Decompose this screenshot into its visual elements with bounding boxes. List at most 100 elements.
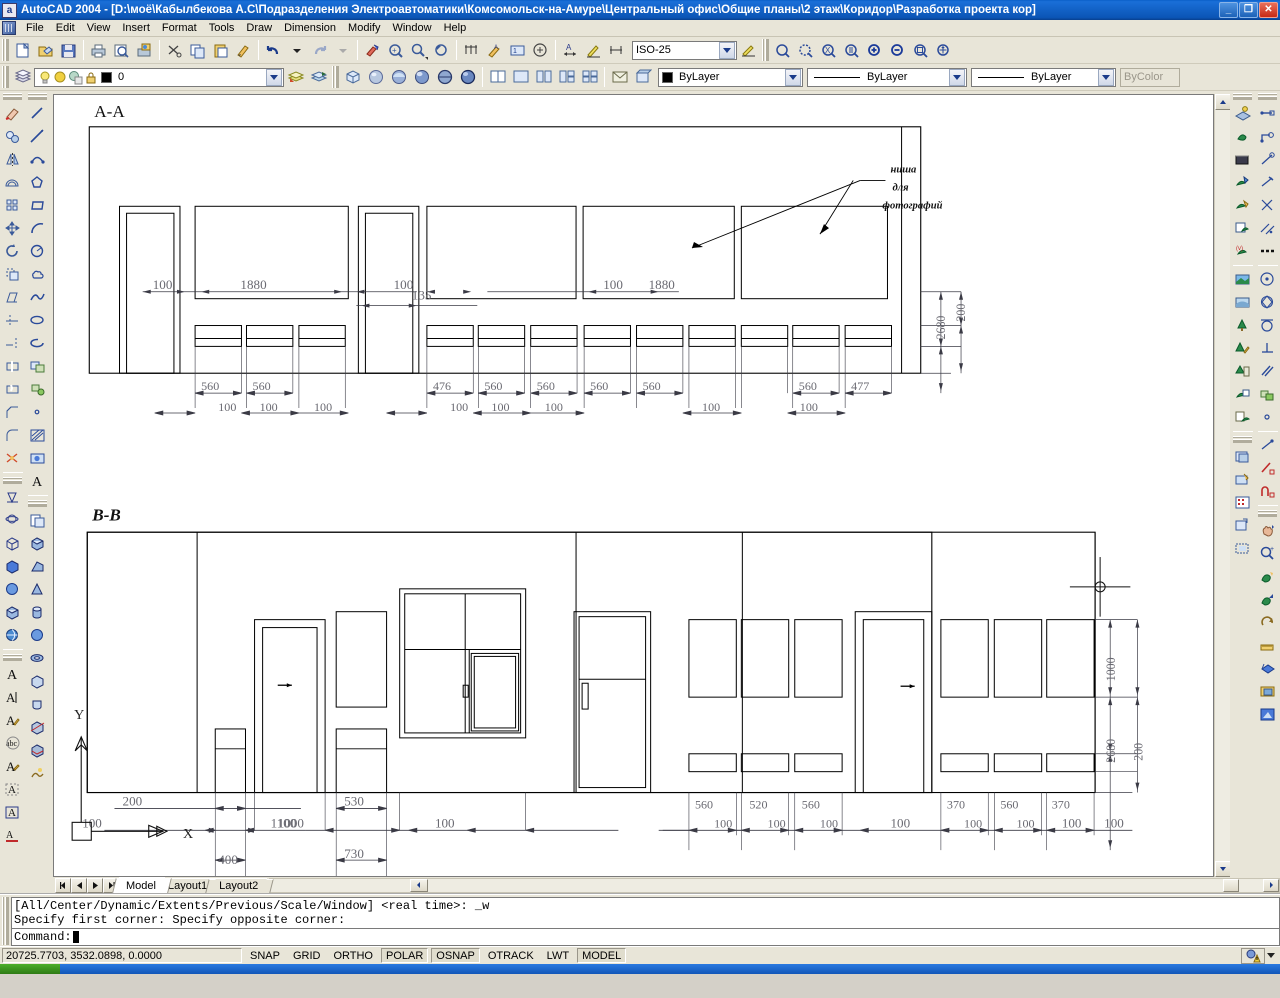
offset-icon[interactable]: [1, 171, 24, 194]
chevron-down-icon[interactable]: [719, 42, 735, 59]
fillet-icon[interactable]: [1, 424, 24, 447]
polar-toggle[interactable]: POLAR: [381, 948, 428, 963]
view-3d-globe-icon[interactable]: [1, 624, 24, 647]
tray-expand-icon[interactable]: [1267, 953, 1275, 958]
snap-node-icon[interactable]: [1256, 406, 1279, 429]
scene-icon[interactable]: [1231, 125, 1254, 148]
toolbar-grip-2[interactable]: [762, 39, 769, 61]
make-block-icon[interactable]: [26, 378, 49, 401]
menu-view[interactable]: View: [81, 21, 117, 35]
image-quality-icon[interactable]: [1231, 491, 1254, 514]
menu-tools[interactable]: Tools: [203, 21, 241, 35]
trim-icon[interactable]: [1, 309, 24, 332]
solid-box-icon[interactable]: [26, 532, 49, 555]
snap-intersection-icon[interactable]: [1256, 148, 1279, 171]
toolbar-grip-v5[interactable]: [28, 500, 47, 507]
toolbar-grip-3[interactable]: [2, 66, 9, 88]
image-clip-icon[interactable]: [1231, 514, 1254, 537]
chevron-down-icon[interactable]: [785, 69, 801, 86]
menu-file[interactable]: File: [20, 21, 50, 35]
chevron-down-icon[interactable]: [949, 69, 965, 86]
match-properties-icon[interactable]: [232, 39, 255, 62]
text-scale-icon[interactable]: A: [1, 801, 24, 824]
snap-parallel-2-icon[interactable]: [1256, 360, 1279, 383]
model-toggle[interactable]: MODEL: [577, 948, 626, 963]
stretch-icon[interactable]: [1, 286, 24, 309]
menu-draw[interactable]: Draw: [240, 21, 278, 35]
snap-parallel-icon[interactable]: [1256, 217, 1279, 240]
plot-icon[interactable]: [87, 39, 110, 62]
zoom-dynamic-icon[interactable]: [794, 39, 817, 62]
text-style-icon[interactable]: A: [1, 778, 24, 801]
named-ucs-icon[interactable]: A: [483, 39, 506, 62]
first-layout-icon[interactable]: [55, 878, 71, 893]
multiline-text-icon[interactable]: A: [1, 663, 24, 686]
toolbar-grip-v2[interactable]: [3, 477, 22, 484]
menu-dimension[interactable]: Dimension: [278, 21, 342, 35]
toolbar-grip-v6[interactable]: [1233, 93, 1252, 100]
snap-midpoint-icon[interactable]: [1256, 125, 1279, 148]
solid-slice-icon[interactable]: [26, 716, 49, 739]
shade-gouraud-edges-icon[interactable]: [456, 66, 479, 89]
view-3d-orbit-icon[interactable]: [1, 509, 24, 532]
zoom-realtime-icon-2[interactable]: +: [1256, 542, 1279, 565]
landscape-edit-icon[interactable]: [1231, 337, 1254, 360]
solid-section-icon[interactable]: [26, 739, 49, 762]
zoom-previous-icon[interactable]: [430, 39, 453, 62]
landscape-new-icon[interactable]: [1231, 314, 1254, 337]
color-combo[interactable]: ByLayer: [658, 68, 803, 87]
copy-object-icon[interactable]: [1, 125, 24, 148]
ellipse-icon[interactable]: [26, 309, 49, 332]
landscape-library-icon[interactable]: [1231, 360, 1254, 383]
redo-dropdown-icon[interactable]: [331, 39, 354, 62]
menu-window[interactable]: Window: [386, 21, 437, 35]
pan-realtime-icon[interactable]: [1256, 519, 1279, 542]
edit-text-icon[interactable]: A: [1, 709, 24, 732]
solid-extrude-icon[interactable]: [26, 670, 49, 693]
image-frame-icon[interactable]: [1231, 537, 1254, 560]
drawing-canvas[interactable]: А-А: [53, 94, 1214, 877]
solid-revolve-icon[interactable]: [26, 693, 49, 716]
command-window-grip[interactable]: [2, 897, 9, 945]
render-preferences-icon[interactable]: (v): [1231, 240, 1254, 263]
display-ucs-dialog-icon[interactable]: 1: [506, 39, 529, 62]
viewport-two-icon[interactable]: [532, 66, 555, 89]
cut-icon[interactable]: [163, 39, 186, 62]
single-line-text-icon[interactable]: A: [1, 686, 24, 709]
view-render-preview-icon[interactable]: [1256, 680, 1279, 703]
horizontal-scroll-thumb[interactable]: [1223, 879, 1239, 892]
layer-combo[interactable]: 0: [34, 68, 284, 87]
otrack-toggle[interactable]: OTRACK: [483, 948, 539, 963]
view-3d-shaded-box-icon[interactable]: [1, 555, 24, 578]
zoom-window-icon[interactable]: [407, 39, 430, 62]
materials-library-icon[interactable]: [1231, 194, 1254, 217]
zoom-extents-icon[interactable]: [932, 39, 955, 62]
chevron-down-icon[interactable]: [266, 69, 282, 86]
view-3d-cube-solid-icon[interactable]: [1, 601, 24, 624]
spell-check-icon[interactable]: abc: [1, 732, 24, 755]
chamfer-icon[interactable]: [1, 401, 24, 424]
toolbar-grip-v3[interactable]: [3, 654, 22, 661]
snap-endpoint-icon[interactable]: [1256, 102, 1279, 125]
erase-icon[interactable]: [1, 102, 24, 125]
prev-layout-icon[interactable]: [71, 878, 87, 893]
array-icon[interactable]: [1, 194, 24, 217]
statistics-icon[interactable]: [1231, 406, 1254, 429]
image-adjust-icon[interactable]: [1231, 445, 1254, 468]
move-icon[interactable]: [1, 217, 24, 240]
zoom-all-icon[interactable]: [909, 39, 932, 62]
scroll-down-icon[interactable]: [1215, 861, 1231, 877]
menu-insert[interactable]: Insert: [116, 21, 156, 35]
polyline-icon[interactable]: [26, 148, 49, 171]
communication-center-alert-icon[interactable]: [1241, 948, 1265, 964]
scale-icon[interactable]: [1, 263, 24, 286]
break-at-point-icon[interactable]: [1, 355, 24, 378]
ellipse-arc-icon[interactable]: [26, 332, 49, 355]
materials-icon[interactable]: [1231, 171, 1254, 194]
zoom-scale-icon[interactable]: X: [817, 39, 840, 62]
solid-cylinder-icon[interactable]: [26, 601, 49, 624]
insert-hyperlink-icon[interactable]: [361, 39, 384, 62]
named-views-icon[interactable]: [608, 66, 631, 89]
restore-button[interactable]: ❐: [1239, 2, 1258, 18]
polygon-icon[interactable]: [26, 171, 49, 194]
